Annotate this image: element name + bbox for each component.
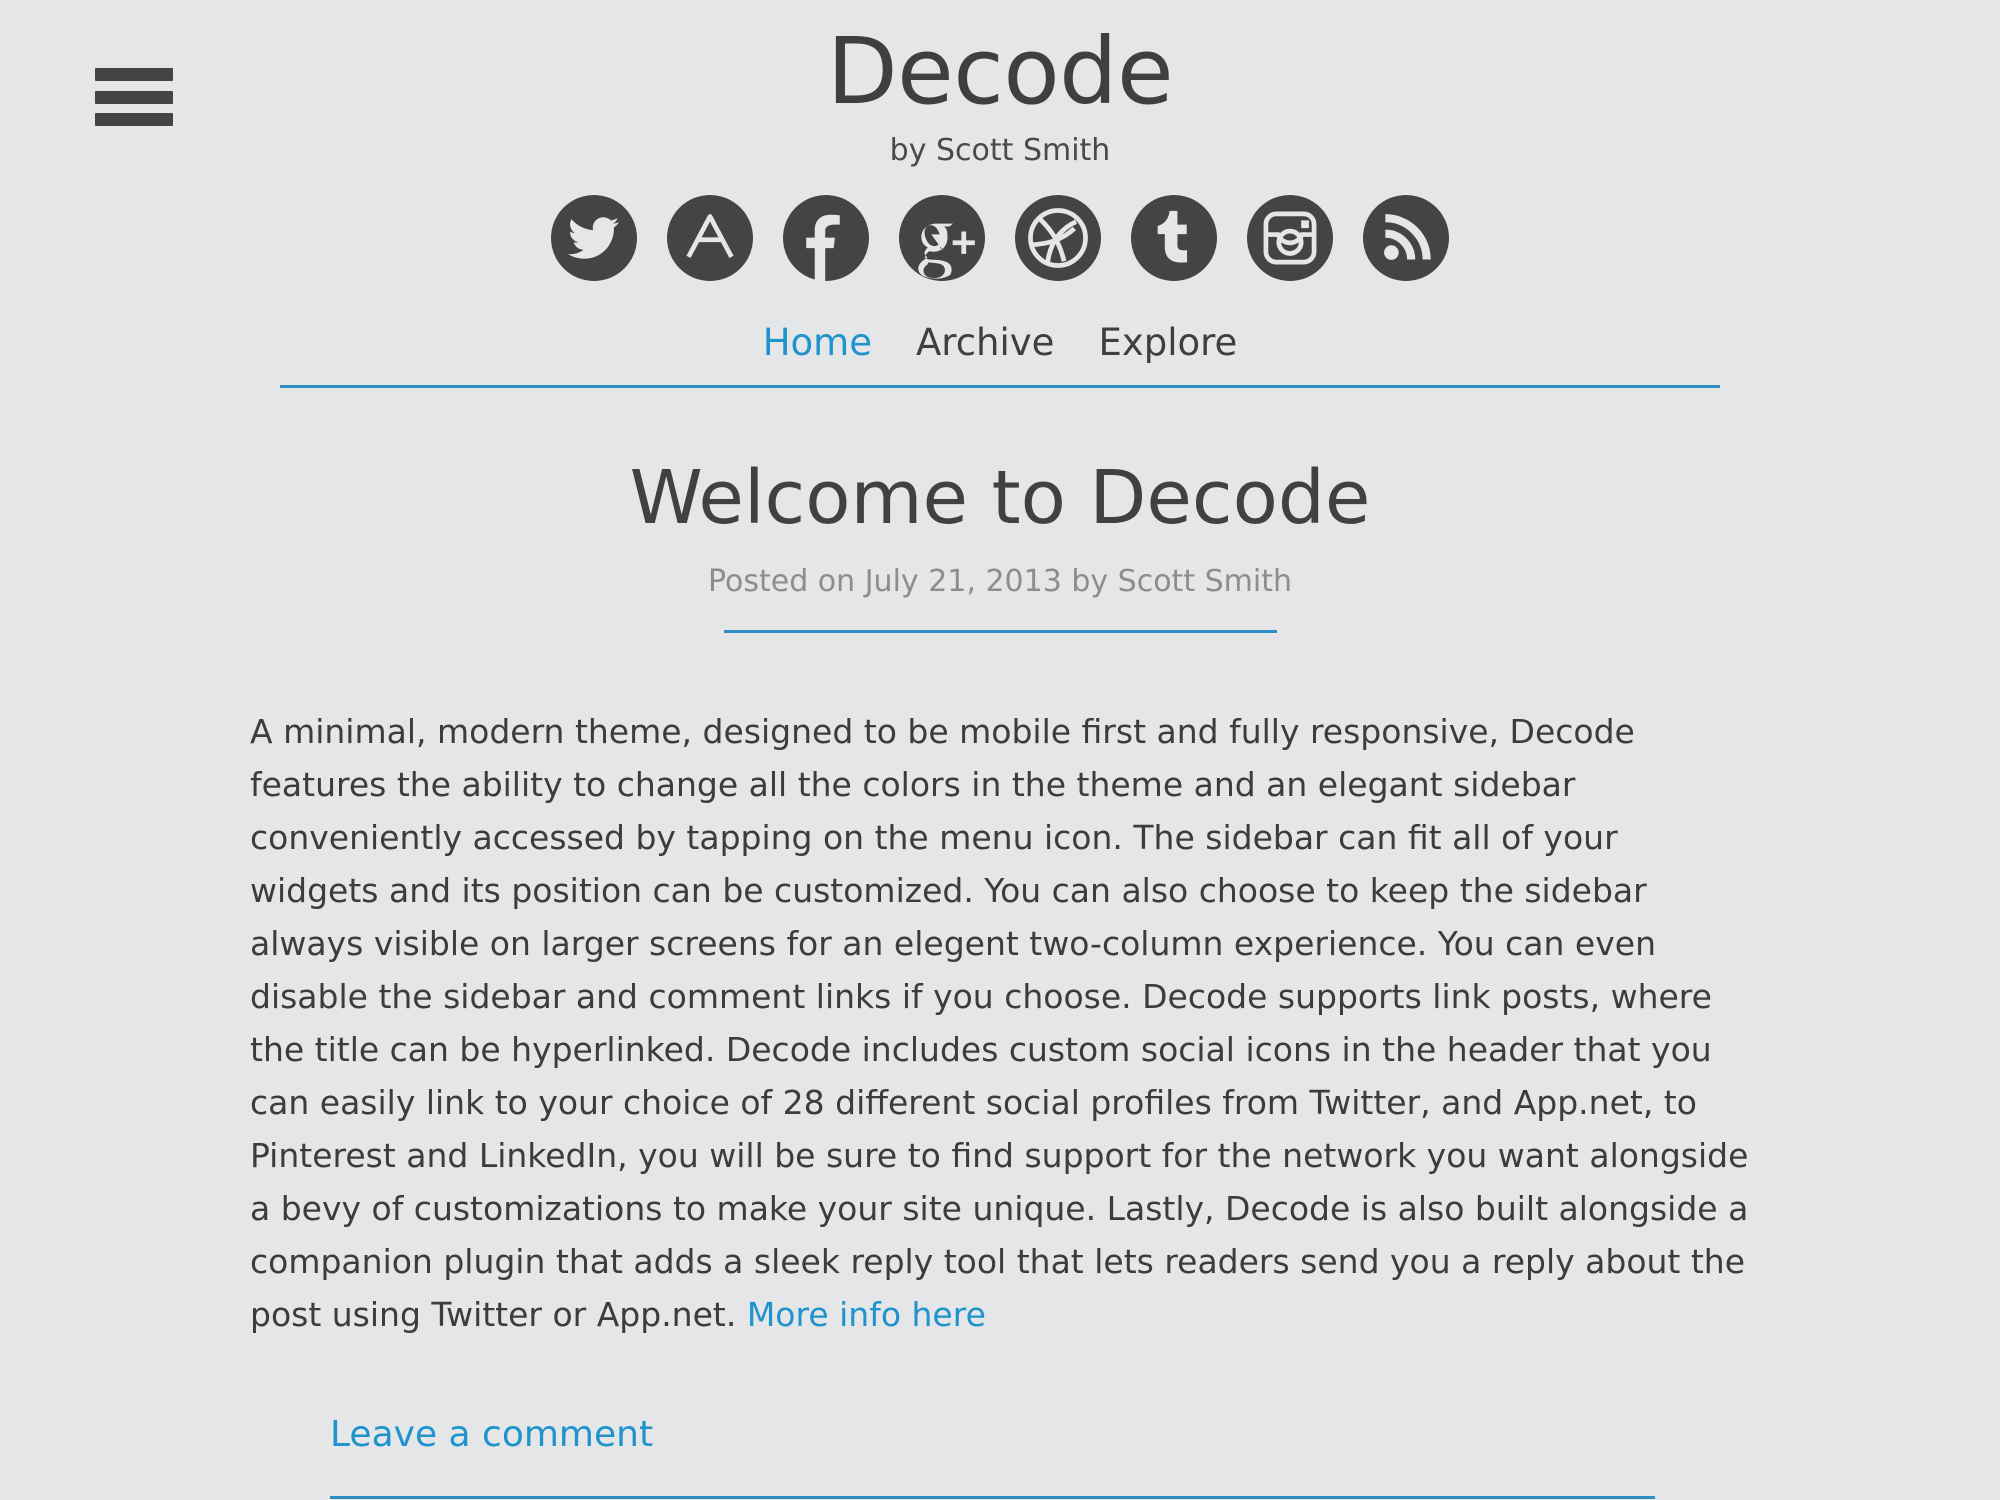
post-title: Welcome to Decode	[629, 455, 1371, 542]
instagram-icon[interactable]	[1247, 194, 1333, 281]
site-description: by Scott Smith	[889, 132, 1111, 168]
hamburger-bar-middle	[95, 90, 173, 104]
post-body-text: A minimal, modern theme, designed to be …	[250, 711, 1749, 1334]
post-footer: Leave a comment	[210, 1413, 1790, 1499]
post-content: A minimal, modern theme, designed to be …	[210, 705, 1790, 1341]
appnet-icon[interactable]	[667, 194, 753, 281]
hamburger-bar-top	[95, 68, 173, 81]
page-root: Decode by Scott Smith Home Archive Explo…	[0, 0, 2000, 1500]
post-paragraph: A minimal, modern theme, designed to be …	[250, 705, 1750, 1341]
rss-icon[interactable]	[1363, 194, 1449, 281]
header-divider	[280, 385, 1720, 389]
site-header: Decode by Scott Smith Home Archive Explo…	[0, 0, 2000, 389]
dribbble-icon[interactable]	[1015, 194, 1101, 281]
post-article: Welcome to Decode Posted on July 21, 201…	[0, 455, 2000, 1499]
google-plus-icon[interactable]	[899, 194, 985, 281]
primary-navigation: Home Archive Explore	[0, 322, 2000, 364]
nav-link-archive[interactable]: Archive	[894, 322, 1076, 364]
menu-toggle-button[interactable]	[95, 68, 173, 126]
hamburger-bar-bottom	[95, 113, 173, 126]
nav-item-archive: Archive	[894, 322, 1076, 364]
tumblr-icon[interactable]	[1131, 194, 1217, 281]
leave-a-comment-link[interactable]: Leave a comment	[330, 1413, 653, 1456]
social-icons-list	[0, 194, 2000, 281]
post-meta-divider	[723, 629, 1277, 633]
site-title: Decode	[826, 18, 1174, 125]
nav-item-home: Home	[741, 322, 894, 364]
facebook-icon[interactable]	[783, 194, 869, 281]
twitter-icon[interactable]	[551, 194, 637, 281]
more-info-link[interactable]: More info here	[747, 1295, 986, 1334]
nav-link-explore[interactable]: Explore	[1076, 322, 1259, 364]
post-footer-divider	[330, 1495, 1655, 1499]
post-meta: Posted on July 21, 2013 by Scott Smith	[708, 563, 1292, 599]
nav-link-home[interactable]: Home	[741, 322, 894, 364]
nav-item-explore: Explore	[1076, 322, 1259, 364]
